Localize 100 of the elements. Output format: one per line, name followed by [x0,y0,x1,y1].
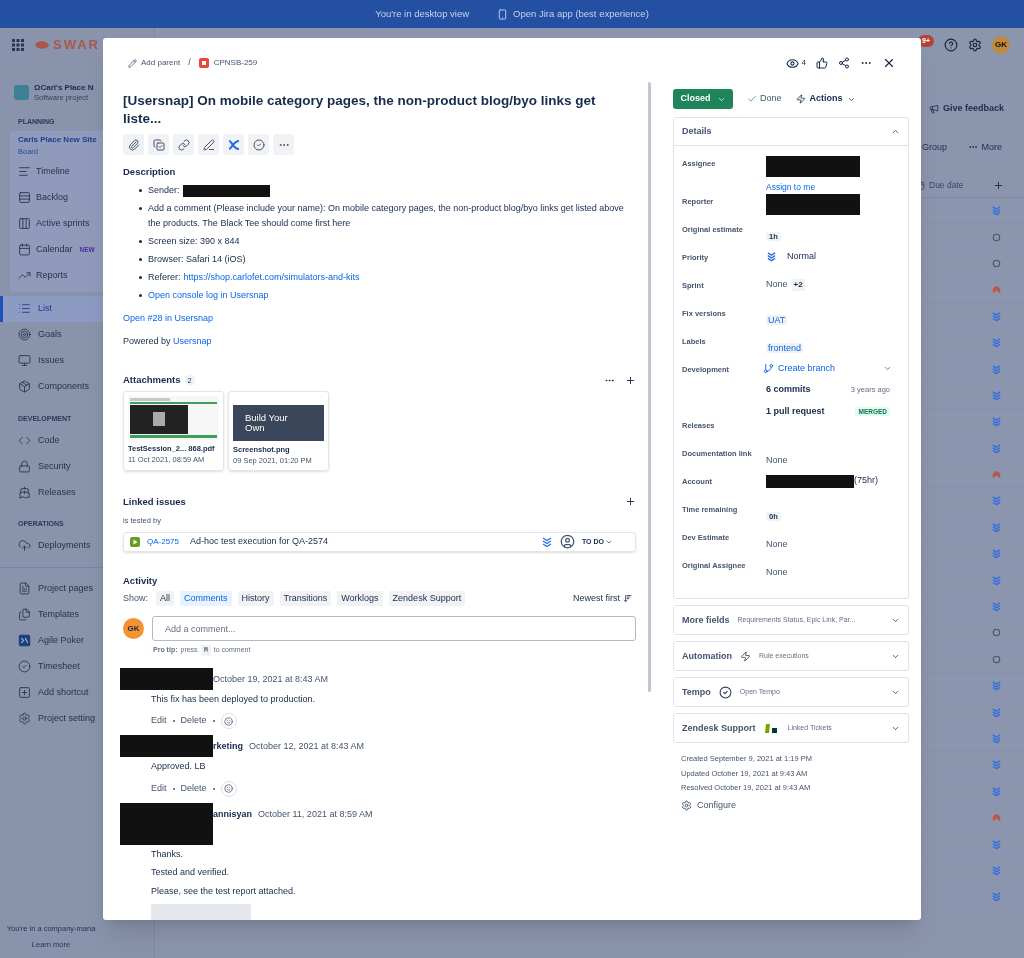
emoji-icon [224,784,234,793]
status-button[interactable]: Closed [673,89,733,109]
comment-text: Tested and verified. [151,866,231,879]
section-heading: Description [123,165,177,179]
comment-action[interactable]: Delete [180,781,207,796]
comment-text: Approved. LB [151,760,207,773]
check-icon [747,94,757,104]
like-icon[interactable] [816,57,828,69]
create-branch-link[interactable]: Create branch [778,361,836,376]
filter-tab[interactable]: Comments [180,591,232,606]
filter-tab[interactable]: Transitions [279,591,332,606]
pull-request-link[interactable]: 1 pull request [766,404,825,419]
comment-action[interactable]: Delete [180,714,207,728]
test-issue-icon [130,536,140,547]
more-button[interactable]: More [968,140,1002,154]
section-heading: Linked issues [123,494,186,509]
cross-logo-icon [227,138,240,151]
tag-chip[interactable]: UAT [766,314,788,325]
add-column-icon[interactable] [993,180,1004,191]
settings-icon[interactable] [968,38,982,52]
open-app-link[interactable]: Open Jira app (best experience) [497,6,649,22]
add-icon[interactable] [625,496,636,508]
document-icon [18,582,31,596]
comment-action[interactable]: Edit [151,714,167,728]
triple-chevron-icon [540,535,553,548]
issue-title: [Usersnap] On mobile category pages, the non-product blog/byo links get liste... [123,92,597,128]
issue-key-link[interactable]: QA-2575 [147,535,180,548]
columns-icon [18,217,31,231]
collapse-icon[interactable] [891,127,900,136]
assign-link[interactable]: Assign to me [766,181,900,194]
sidebar-item[interactable]: Timesheet [0,653,154,680]
filter-tab[interactable]: Worklogs [337,591,383,606]
eye-icon [785,56,799,70]
toolbar-button[interactable] [123,134,144,155]
lightning-icon [795,94,806,104]
settings-icon [681,800,692,812]
comment-text: Please, see the test report attached. [151,884,297,898]
filter-tab[interactable]: Zendesk Support [388,591,466,606]
monitor-icon [18,354,31,368]
check-circle-icon [718,685,732,699]
project-icon [14,85,29,100]
comment-date: October 12, 2021 at 8:43 AM [249,740,365,753]
group-button[interactable]: Group [922,140,947,154]
calendar-icon [18,243,31,257]
comment-action[interactable]: Edit [151,781,167,796]
panel-title: More fields [682,613,730,627]
usersnap-link[interactable]: Usersnap [173,336,212,347]
configure-button[interactable]: Configure [681,799,909,813]
settings-icon [18,712,31,726]
sort-button[interactable]: Newest first [573,591,632,606]
package-icon [18,380,31,394]
issue-key-link[interactable]: CPNSB-259 [213,57,258,69]
link-icon [177,138,190,151]
tag-chip[interactable]: frontend [766,342,804,353]
sidebar-item[interactable]: Issues [0,347,154,374]
description-paragraph: Powered by Usersnap [123,335,213,349]
comment-input[interactable]: Add a comment... [152,616,636,641]
panel-title: Tempo [682,685,711,699]
megaphone-icon [928,103,939,114]
triple-chevron-icon [766,251,777,262]
count-chip: +2 [791,278,805,291]
rows-icon [18,191,31,205]
poker-icon [18,634,31,648]
commits-link[interactable]: 6 commits [766,383,811,397]
share-icon[interactable] [838,57,850,69]
caret-icon[interactable] [883,364,892,373]
close-icon[interactable] [882,56,896,70]
app-grid-icon[interactable] [12,39,24,51]
comment-date: October 19, 2021 at 8:43 AM [213,672,329,686]
panel-title: Automation [682,649,732,663]
cloud-upload-icon [18,539,31,553]
description-text: Screen size: 390 x 844 [148,235,240,249]
field-value: None [766,539,788,550]
add-icon[interactable] [625,374,636,386]
comment-author: annisyan [213,807,252,821]
help-icon[interactable] [944,38,958,52]
toolbar-button[interactable] [223,134,244,155]
watch-button[interactable]: 4 [785,56,806,70]
toolbar-button[interactable] [198,134,219,155]
bug-icon [198,58,209,68]
filter-tab[interactable]: History [237,591,274,606]
checklist-icon [152,138,165,151]
breadcrumb-separator: / [188,56,191,70]
feedback-button[interactable]: Give feedback [928,102,1004,116]
phone-icon [497,8,509,20]
actions-button[interactable]: Actions [795,92,856,106]
comment-date: October 11, 2021 at 8:59 AM [258,807,373,821]
toolbar-button[interactable] [173,134,194,155]
description-link[interactable]: https://shop.carlofet.com/simulators-and-kits [183,270,360,286]
resolution-label: Done [747,92,782,106]
preview-text: Build Your Own [245,412,289,433]
filter-tab[interactable]: All [156,591,175,606]
user-avatar[interactable]: GK [992,36,1010,54]
toolbar-button[interactable] [248,134,269,155]
lightning-icon [740,650,751,662]
issue-summary: Ad-hoc test execution for QA-2574 [190,535,329,549]
zendesk-icon [763,722,780,734]
lock-icon [18,459,31,473]
ship-icon [18,485,31,499]
add-parent-button[interactable]: Add parent [128,57,181,69]
